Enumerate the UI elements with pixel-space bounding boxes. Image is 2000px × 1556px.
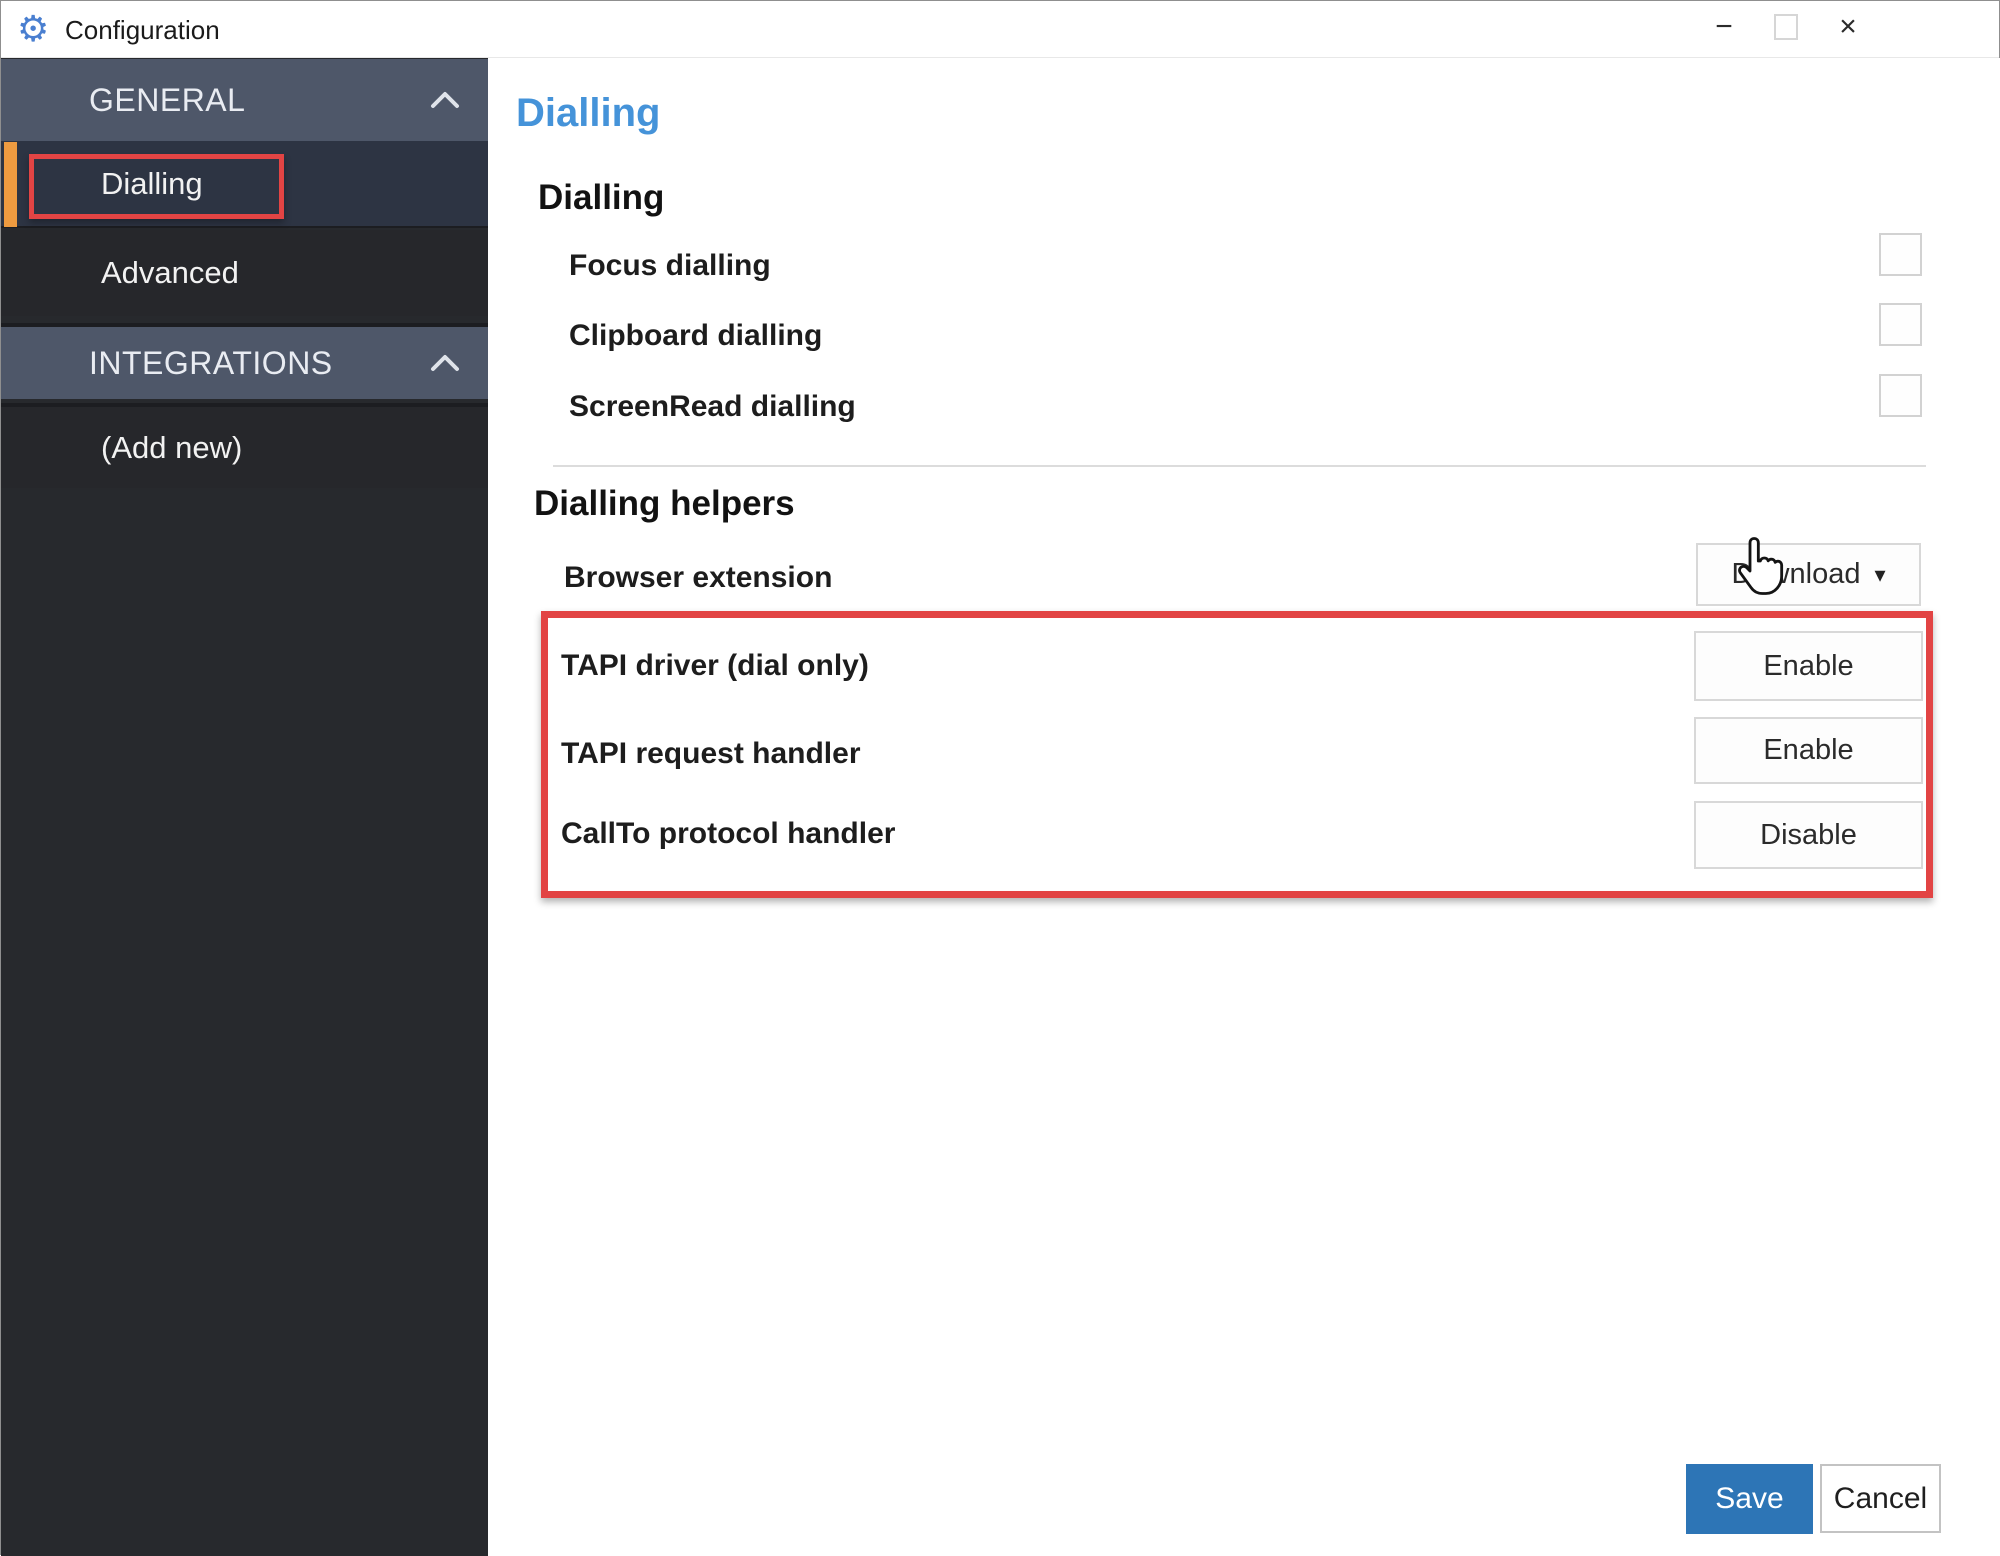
- sidebar-item-advanced[interactable]: Advanced: [1, 230, 488, 316]
- page-title: Dialling: [516, 91, 661, 135]
- browser-extension-label: Browser extension: [564, 561, 833, 594]
- callto-protocol-handler-label: CallTo protocol handler: [561, 817, 896, 850]
- tapi-request-handler-label: TAPI request handler: [561, 737, 861, 770]
- active-item-indicator: [4, 142, 17, 227]
- save-button-label: Save: [1715, 1482, 1784, 1515]
- save-button[interactable]: Save: [1686, 1464, 1813, 1534]
- section-divider: [553, 465, 1926, 467]
- settings-gear-icon: ⚙: [17, 8, 50, 49]
- callto-disable-label: Disable: [1760, 818, 1857, 851]
- chevron-up-icon: [431, 355, 459, 371]
- sidebar-group-integrations-label: INTEGRATIONS: [89, 344, 333, 381]
- tapi-driver-label: TAPI driver (dial only): [561, 649, 869, 682]
- sidebar-item-advanced-label: Advanced: [101, 255, 239, 290]
- window-controls: − ×: [1693, 1, 1879, 58]
- maximize-icon: [1774, 14, 1798, 40]
- sidebar: GENERAL Dialling Advanced INTEGRATIONS (…: [1, 58, 488, 1556]
- sidebar-group-general-label: GENERAL: [89, 81, 246, 118]
- section-title-dialling: Dialling: [538, 178, 665, 217]
- chevron-up-icon: [431, 92, 459, 108]
- maximize-button[interactable]: [1755, 1, 1817, 53]
- download-button[interactable]: Download ▾: [1696, 543, 1921, 606]
- callto-disable-button[interactable]: Disable: [1694, 801, 1923, 869]
- close-button[interactable]: ×: [1817, 1, 1879, 53]
- main-content: Dialling Dialling Focus dialling Clipboa…: [488, 58, 2000, 1556]
- chevron-down-icon: ▾: [1874, 561, 1886, 587]
- cursor-hand-icon: [1738, 537, 1784, 595]
- tapi-request-enable-button[interactable]: Enable: [1694, 717, 1923, 784]
- window-title: Configuration: [65, 15, 220, 45]
- cancel-button-label: Cancel: [1833, 1481, 1928, 1515]
- sidebar-group-integrations[interactable]: INTEGRATIONS: [1, 323, 488, 399]
- tapi-driver-enable-label: Enable: [1763, 649, 1854, 682]
- clipboard-dialling-checkbox[interactable]: [1879, 303, 1922, 346]
- sidebar-group-general[interactable]: GENERAL: [1, 59, 488, 141]
- section-title-dialling-helpers: Dialling helpers: [534, 484, 795, 523]
- configuration-window: ⚙ Configuration − × GENERAL Dialling Adv…: [0, 0, 2000, 1556]
- clipboard-dialling-label: Clipboard dialling: [569, 319, 823, 352]
- sidebar-item-add-new[interactable]: (Add new): [1, 403, 488, 488]
- screenread-dialling-checkbox[interactable]: [1879, 374, 1922, 417]
- focus-dialling-checkbox[interactable]: [1879, 233, 1922, 276]
- minimize-button[interactable]: −: [1693, 1, 1755, 53]
- tapi-driver-enable-button[interactable]: Enable: [1694, 631, 1923, 701]
- minimize-icon: −: [1715, 10, 1733, 43]
- focus-dialling-label: Focus dialling: [569, 249, 771, 282]
- tapi-request-enable-label: Enable: [1763, 734, 1854, 766]
- close-icon: ×: [1839, 10, 1857, 43]
- sidebar-item-add-new-label: (Add new): [101, 429, 243, 465]
- sidebar-item-dialling-label: Dialling: [101, 165, 203, 201]
- screenread-dialling-label: ScreenRead dialling: [569, 390, 856, 423]
- title-bar: ⚙ Configuration − ×: [1, 1, 1999, 58]
- cancel-button[interactable]: Cancel: [1820, 1464, 1941, 1533]
- sidebar-item-dialling[interactable]: Dialling: [1, 141, 488, 228]
